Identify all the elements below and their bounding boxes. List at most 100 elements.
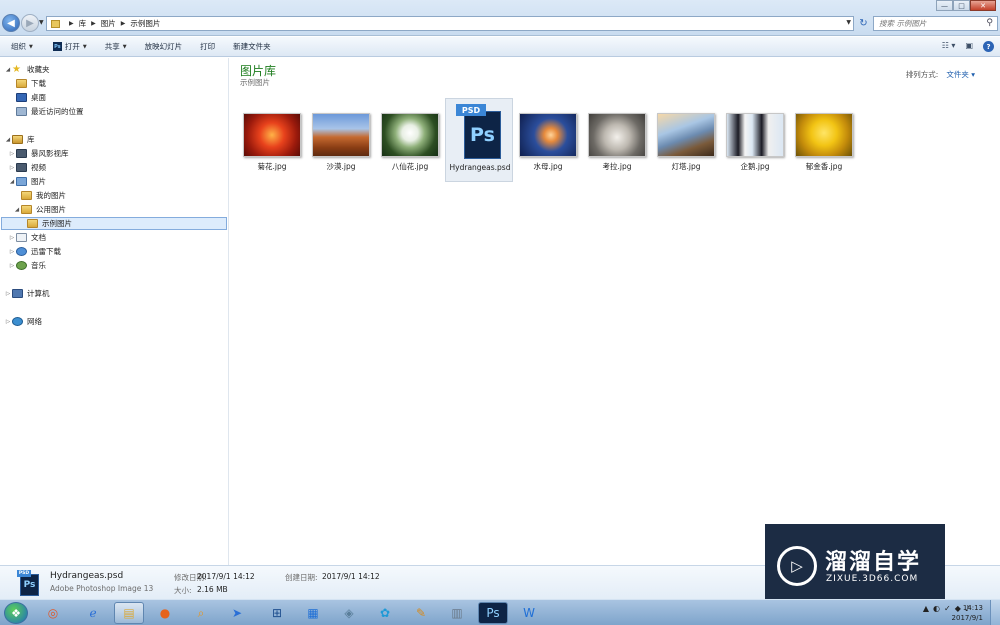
- network-tool-icon[interactable]: ⊞: [262, 602, 292, 624]
- arrange-by[interactable]: 排列方式: 文件夹 ▾: [906, 69, 975, 80]
- sidebar-item-music[interactable]: ▷ 音乐: [8, 259, 46, 272]
- minimize-button[interactable]: —: [936, 0, 953, 11]
- change-view-icon[interactable]: ☷ ▾: [942, 41, 956, 52]
- close-button[interactable]: ✕: [970, 0, 996, 11]
- share-menu[interactable]: 共享 ▼: [105, 41, 127, 52]
- address-dropdown-icon[interactable]: ▼: [846, 19, 851, 26]
- paint-app-icon[interactable]: ✎: [406, 602, 436, 624]
- bird-app-icon[interactable]: ➤: [222, 602, 252, 624]
- file-name: 沙漠.jpg: [326, 162, 356, 171]
- sidebar-item-sample-pictures[interactable]: 示例图片: [1, 217, 227, 230]
- search-box[interactable]: ⚲: [873, 16, 998, 31]
- file-item[interactable]: 沙漠.jpg: [307, 98, 375, 182]
- sidebar-item-recent[interactable]: 最近访问的位置: [16, 105, 84, 118]
- search-icon[interactable]: ⚲: [986, 18, 993, 28]
- collapse-icon[interactable]: ▷: [8, 151, 16, 157]
- file-item[interactable]: 郁金香.jpg: [790, 98, 858, 182]
- star-icon: ★: [12, 64, 21, 75]
- organize-label: 组织: [11, 42, 26, 51]
- sidebar-item-xunlei[interactable]: ▷ 迅雷下载: [8, 245, 61, 258]
- collapse-icon[interactable]: ▷: [8, 249, 16, 255]
- recent-pages-dropdown-icon[interactable]: ▼: [39, 19, 44, 26]
- sidebar-item-my-pictures[interactable]: 我的图片: [21, 189, 66, 202]
- show-desktop-button[interactable]: [990, 600, 1000, 625]
- collapse-icon[interactable]: ▷: [8, 235, 16, 241]
- w-app-icon[interactable]: W: [514, 602, 544, 624]
- download-folder-icon: [16, 79, 27, 88]
- firefox-icon[interactable]: ●: [150, 602, 180, 624]
- tray-icon[interactable]: ✓: [944, 604, 951, 613]
- print-button[interactable]: 打印: [200, 41, 215, 52]
- file-name: 菊花.jpg: [257, 162, 287, 171]
- expand-icon[interactable]: ◢: [8, 179, 16, 185]
- organize-menu[interactable]: 组织 ▼: [11, 41, 33, 52]
- open-menu[interactable]: Ps 打开 ▼: [52, 41, 87, 52]
- tray-icon[interactable]: ▲: [923, 604, 929, 613]
- back-button[interactable]: ◀: [2, 14, 20, 32]
- forward-button[interactable]: ▶: [21, 14, 39, 32]
- breadcrumb-chevron-icon[interactable]: ▶: [91, 20, 96, 27]
- ie-icon[interactable]: ℯ: [78, 602, 108, 624]
- address-bar[interactable]: ▶ 库 ▶ 图片 ▶ 示例图片 ▼: [46, 16, 854, 31]
- sidebar-item-favorites[interactable]: ◢ ★ 收藏夹: [4, 63, 50, 76]
- expand-icon[interactable]: ◢: [13, 207, 21, 213]
- tray-icon[interactable]: ◐: [933, 604, 940, 613]
- explorer-icon[interactable]: ▤: [114, 602, 144, 624]
- app-icon-360[interactable]: ◎: [38, 602, 68, 624]
- sidebar-item-public-pictures[interactable]: ◢ 公用图片: [13, 203, 66, 216]
- recent-places-icon: [16, 107, 27, 116]
- collapse-icon[interactable]: ▷: [8, 165, 16, 171]
- refresh-icon[interactable]: ↻: [857, 16, 870, 31]
- search-app-icon[interactable]: ⌕: [186, 602, 216, 624]
- file-item[interactable]: 八仙花.jpg: [376, 98, 444, 182]
- breadcrumb-chevron-icon[interactable]: ▶: [121, 20, 126, 27]
- sidebar-item-pictures[interactable]: ◢ 图片: [8, 175, 46, 188]
- collapse-icon[interactable]: ▷: [4, 291, 12, 297]
- slideshow-button[interactable]: 放映幻灯片: [145, 41, 183, 52]
- thumbnail-image: [657, 113, 715, 157]
- sidebar-item-computer[interactable]: ▷ 计算机: [4, 287, 50, 300]
- detail-size-label: 大小:: [174, 586, 192, 595]
- file-item[interactable]: 菊花.jpg: [238, 98, 306, 182]
- new-folder-button[interactable]: 新建文件夹: [233, 41, 271, 52]
- breadcrumb-item-sample-pictures[interactable]: 示例图片: [130, 18, 160, 29]
- expand-icon[interactable]: ◢: [4, 67, 12, 73]
- sidebar-item-libraries[interactable]: ◢ 库: [4, 133, 35, 146]
- breadcrumb-item-pictures[interactable]: 图片: [101, 18, 116, 29]
- detail-file-type: Adobe Photoshop Image 13: [50, 584, 154, 593]
- file-view: 图片库 示例图片 排列方式: 文件夹 ▾ 菊花.jpg 沙漠.jpg 八仙花.j…: [230, 58, 1000, 565]
- sidebar-item-baofeng[interactable]: ▷ 暴风影视库: [8, 147, 69, 160]
- detail-created-label: 创建日期:: [285, 573, 318, 582]
- sidebar-item-videos[interactable]: ▷ 视频: [8, 161, 46, 174]
- breadcrumb-item-library[interactable]: 库: [79, 18, 87, 29]
- command-bar: 组织 ▼ Ps 打开 ▼ 共享 ▼ 放映幻灯片 打印 新建文件夹 ☷ ▾ ▣ ?: [0, 37, 1000, 57]
- collapse-icon[interactable]: ▷: [8, 263, 16, 269]
- sidebar-item-downloads[interactable]: 下载: [16, 77, 46, 90]
- collapse-icon[interactable]: ▷: [4, 319, 12, 325]
- title-bar: ◀ ▶ ▼ ▶ 库 ▶ 图片 ▶ 示例图片 ▼ ↻ ⚲ — □ ✕: [0, 0, 1000, 36]
- file-item[interactable]: 考拉.jpg: [583, 98, 651, 182]
- file-item[interactable]: 企鹅.jpg: [721, 98, 789, 182]
- sidebar-item-label: 图片: [31, 177, 46, 186]
- clock[interactable]: 14:13 2017/9/1: [952, 603, 983, 623]
- maximize-button[interactable]: □: [953, 0, 970, 11]
- cloud-app-icon[interactable]: ✿: [370, 602, 400, 624]
- folder-icon: [51, 19, 60, 28]
- calculator-icon[interactable]: ▥: [442, 602, 472, 624]
- note-app-icon[interactable]: ◈: [334, 602, 364, 624]
- file-item[interactable]: 灯塔.jpg: [652, 98, 720, 182]
- expand-icon[interactable]: ◢: [4, 137, 12, 143]
- network-icon: [12, 317, 23, 326]
- sidebar-item-network[interactable]: ▷ 网络: [4, 315, 42, 328]
- file-item[interactable]: 水母.jpg: [514, 98, 582, 182]
- help-icon[interactable]: ?: [983, 41, 994, 52]
- tiles-app-icon[interactable]: ▦: [298, 602, 328, 624]
- arrange-value[interactable]: 文件夹 ▾: [946, 69, 975, 80]
- photoshop-taskbar-icon[interactable]: Ps: [478, 602, 508, 624]
- start-button[interactable]: ❖: [4, 602, 28, 624]
- sidebar-item-desktop[interactable]: 桌面: [16, 91, 46, 104]
- search-input[interactable]: [879, 19, 984, 28]
- file-item-selected[interactable]: Ps PSD Hydrangeas.psd: [445, 98, 513, 182]
- sidebar-item-documents[interactable]: ▷ 文档: [8, 231, 46, 244]
- preview-pane-icon[interactable]: ▣: [965, 41, 973, 52]
